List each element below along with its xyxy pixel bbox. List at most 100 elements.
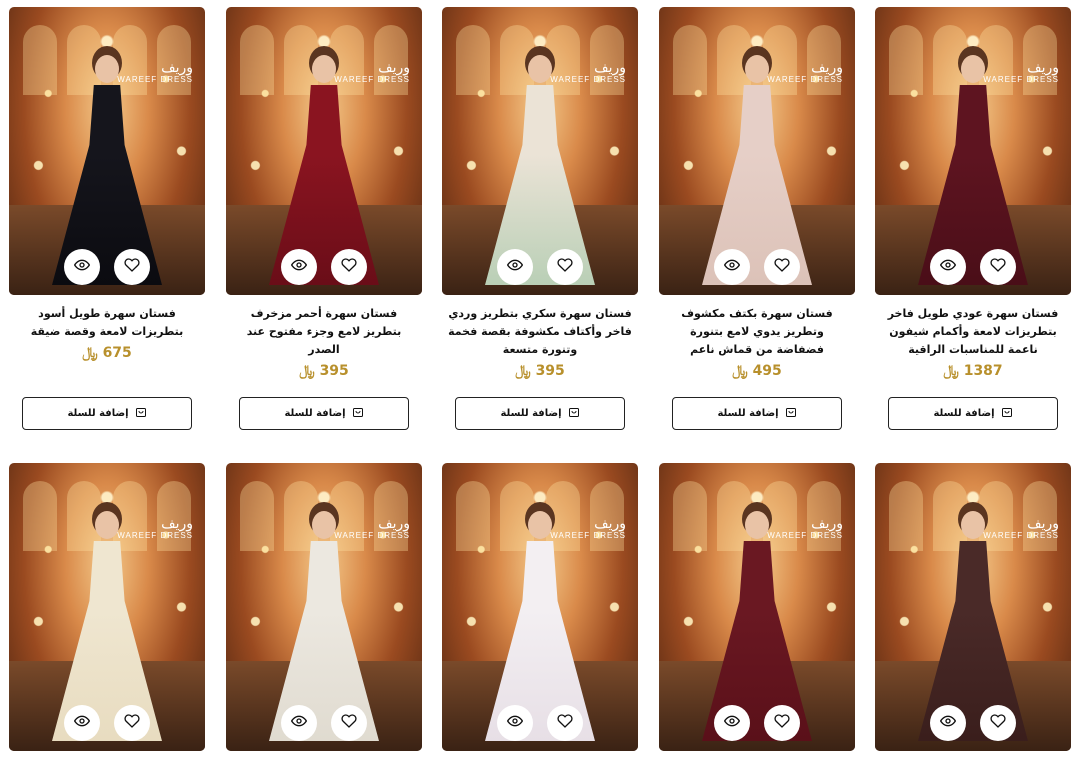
- image-actions: [9, 705, 205, 741]
- product-card[interactable]: وريف WAREEF DRESS: [226, 463, 422, 751]
- eye-icon: [73, 713, 91, 733]
- product-price: 675 ﷼: [9, 345, 205, 361]
- model-head: [961, 511, 985, 539]
- eye-icon: [939, 257, 957, 277]
- product-title[interactable]: فستان سهرة بكتف مكشوف وتطريز يدوي لامع ب…: [659, 305, 855, 359]
- image-actions: [226, 705, 422, 741]
- product-card[interactable]: وريف WAREEF DRESS فستان سهرة طويل أسود ب…: [9, 7, 205, 430]
- product-card[interactable]: وريف WAREEF DRESS: [875, 463, 1071, 751]
- product-card[interactable]: وريف WAREEF DRESS فستان سهرة بكتف مكشوف …: [659, 7, 855, 430]
- wishlist-button[interactable]: [980, 705, 1016, 741]
- product-price: 1387 ﷼: [875, 363, 1071, 379]
- quick-view-button[interactable]: [64, 249, 100, 285]
- image-actions: [442, 705, 638, 741]
- eye-icon: [506, 257, 524, 277]
- wishlist-button[interactable]: [114, 249, 150, 285]
- model-head: [528, 511, 552, 539]
- eye-icon: [723, 257, 741, 277]
- product-title[interactable]: فستان سهرة طويل أسود بتطريزات لامعة وقصة…: [9, 305, 205, 341]
- add-to-cart-button[interactable]: إضافة للسلة: [239, 397, 409, 430]
- heart-icon: [990, 257, 1006, 277]
- product-card[interactable]: وريف WAREEF DRESS: [442, 463, 638, 751]
- product-title[interactable]: فستان سهرة عودي طويل فاخر بتطريزات لامعة…: [875, 305, 1071, 359]
- image-actions: [226, 249, 422, 285]
- price-value: 395: [535, 363, 565, 379]
- quick-view-button[interactable]: [930, 249, 966, 285]
- product-price: 495 ﷼: [659, 363, 855, 379]
- wishlist-button[interactable]: [980, 249, 1016, 285]
- quick-view-button[interactable]: [714, 705, 750, 741]
- add-to-cart-label: إضافة للسلة: [933, 408, 995, 419]
- model-head: [961, 55, 985, 83]
- product-card[interactable]: وريف WAREEF DRESS: [9, 463, 205, 751]
- model-head: [95, 55, 119, 83]
- quick-view-button[interactable]: [281, 249, 317, 285]
- heart-icon: [124, 713, 140, 733]
- product-image[interactable]: وريف WAREEF DRESS: [659, 463, 855, 751]
- product-image[interactable]: وريف WAREEF DRESS: [9, 463, 205, 751]
- product-image[interactable]: وريف WAREEF DRESS: [875, 463, 1071, 751]
- price-value: 675: [102, 345, 132, 361]
- product-title[interactable]: فستان سهرة أحمر مزخرف بتطريز لامع وجزء م…: [226, 305, 422, 359]
- eye-icon: [506, 713, 524, 733]
- image-actions: [659, 705, 855, 741]
- quick-view-button[interactable]: [714, 249, 750, 285]
- image-actions: [875, 249, 1071, 285]
- wishlist-button[interactable]: [114, 705, 150, 741]
- quick-view-button[interactable]: [497, 249, 533, 285]
- wishlist-button[interactable]: [547, 249, 583, 285]
- image-actions: [875, 705, 1071, 741]
- price-value: 1387: [963, 363, 1003, 379]
- product-image[interactable]: وريف WAREEF DRESS: [226, 463, 422, 751]
- eye-icon: [723, 713, 741, 733]
- image-actions: [659, 249, 855, 285]
- wishlist-button[interactable]: [547, 705, 583, 741]
- heart-icon: [341, 257, 357, 277]
- product-card[interactable]: وريف WAREEF DRESS: [659, 463, 855, 751]
- product-grid: وريف WAREEF DRESS فستان سهرة طويل أسود ب…: [0, 0, 1080, 764]
- quick-view-button[interactable]: [930, 705, 966, 741]
- product-image[interactable]: وريف WAREEF DRESS: [659, 7, 855, 295]
- model-head: [528, 55, 552, 83]
- product-image[interactable]: وريف WAREEF DRESS: [226, 7, 422, 295]
- product-card[interactable]: وريف WAREEF DRESS فستان سهرة أحمر مزخرف …: [226, 7, 422, 430]
- eye-icon: [939, 713, 957, 733]
- price-value: 495: [752, 363, 782, 379]
- wishlist-button[interactable]: [331, 249, 367, 285]
- model-head: [745, 55, 769, 83]
- product-image[interactable]: وريف WAREEF DRESS: [875, 7, 1071, 295]
- cart-bag-icon: [568, 406, 580, 421]
- add-to-cart-button[interactable]: إضافة للسلة: [22, 397, 192, 430]
- eye-icon: [73, 257, 91, 277]
- heart-icon: [557, 713, 573, 733]
- add-to-cart-button[interactable]: إضافة للسلة: [455, 397, 625, 430]
- currency-icon: ﷼: [82, 345, 98, 361]
- product-card[interactable]: وريف WAREEF DRESS فستان سهرة سكري بتطريز…: [442, 7, 638, 430]
- heart-icon: [124, 257, 140, 277]
- quick-view-button[interactable]: [497, 705, 533, 741]
- wishlist-button[interactable]: [764, 249, 800, 285]
- add-to-cart-label: إضافة للسلة: [284, 408, 346, 419]
- currency-icon: ﷼: [732, 363, 748, 379]
- quick-view-button[interactable]: [281, 705, 317, 741]
- add-to-cart-button[interactable]: إضافة للسلة: [672, 397, 842, 430]
- cart-bag-icon: [785, 406, 797, 421]
- product-image[interactable]: وريف WAREEF DRESS: [442, 7, 638, 295]
- product-card[interactable]: وريف WAREEF DRESS فستان سهرة عودي طويل ف…: [875, 7, 1071, 430]
- model-head: [312, 511, 336, 539]
- heart-icon: [341, 713, 357, 733]
- cart-bag-icon: [135, 406, 147, 421]
- product-price: 395 ﷼: [442, 363, 638, 379]
- model-head: [95, 511, 119, 539]
- add-to-cart-label: إضافة للسلة: [67, 408, 129, 419]
- wishlist-button[interactable]: [331, 705, 367, 741]
- product-image[interactable]: وريف WAREEF DRESS: [442, 463, 638, 751]
- quick-view-button[interactable]: [64, 705, 100, 741]
- heart-icon: [557, 257, 573, 277]
- product-image[interactable]: وريف WAREEF DRESS: [9, 7, 205, 295]
- price-value: 395: [319, 363, 349, 379]
- add-to-cart-button[interactable]: إضافة للسلة: [888, 397, 1058, 430]
- wishlist-button[interactable]: [764, 705, 800, 741]
- cart-bag-icon: [1001, 406, 1013, 421]
- product-title[interactable]: فستان سهرة سكري بتطريز وردي فاخر وأكتاف …: [442, 305, 638, 359]
